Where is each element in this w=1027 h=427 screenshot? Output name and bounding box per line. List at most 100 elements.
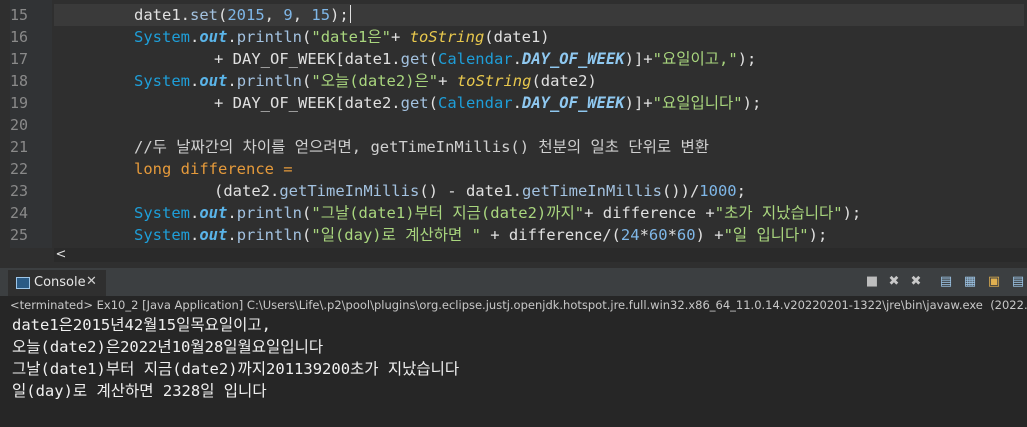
code-token: out: [199, 72, 228, 90]
console-output-line: 일(day)로 계산하면 2328일 입니다: [12, 382, 267, 400]
code-token: ,: [264, 6, 284, 24]
code-token: (: [302, 72, 312, 90]
code-token: DAY_OF_WEEK: [521, 94, 625, 112]
code-token: + difference/(: [480, 226, 621, 244]
code-token: out: [199, 28, 228, 46]
code-token: difference =: [171, 160, 293, 178]
code-line-21[interactable]: //두 날짜간의 차이를 얻으려면, getTimeInMillis() 천분의…: [54, 136, 1024, 158]
code-token: );: [330, 6, 349, 24]
line-number: 25: [10, 226, 29, 244]
line-number: 16: [10, 28, 29, 46]
code-token: println: [236, 28, 303, 46]
code-token: () - date1.: [419, 182, 522, 200]
scroll-lock-icon[interactable]: ▦: [962, 274, 978, 290]
console-output-line: date1은2015년42월15일목요일이고,: [12, 316, 271, 334]
terminate-icon[interactable]: ■: [864, 274, 880, 290]
code-token: "요일입니다": [652, 94, 743, 112]
code-token: )]+: [624, 94, 653, 112]
line-number: 22: [10, 160, 29, 178]
code-token: ;: [736, 182, 746, 200]
code-token: (: [218, 6, 228, 24]
remove-launch-icon[interactable]: ✖: [886, 274, 902, 290]
code-token: get: [400, 94, 429, 112]
code-token: )]+: [624, 50, 653, 68]
code-token: .: [190, 28, 200, 46]
code-token: println: [236, 226, 303, 244]
line-number: 17: [10, 50, 29, 68]
console-view: Console ✕ ■ ✖ ✖ ▤ ▦ ▣ ▤ <terminated> Ex1…: [0, 268, 1027, 427]
code-token: .: [227, 28, 237, 46]
code-token: 9: [283, 6, 293, 24]
code-token: (: [302, 28, 312, 46]
code-token: println: [236, 204, 303, 222]
code-token: DAY_OF_WEEK: [521, 50, 625, 68]
code-token: + DAY_OF_WEEK[date1.: [214, 50, 401, 68]
code-line-16[interactable]: System.out.println("date1은"+ toString(da…: [54, 26, 1024, 48]
code-token: );: [737, 50, 757, 68]
code-token: (: [302, 226, 312, 244]
code-token: .: [227, 204, 237, 222]
code-token: ())/: [661, 182, 700, 200]
code-token: "일(day)로 계산하면 ": [311, 226, 481, 244]
code-token: 24: [620, 226, 640, 244]
code-token: .: [190, 72, 200, 90]
code-token: Calendar: [437, 94, 513, 112]
code-token: 1000: [699, 182, 737, 200]
editor-horizontal-scrollbar[interactable]: <: [54, 248, 1027, 262]
code-token: set: [190, 6, 218, 24]
code-token: out: [199, 204, 228, 222]
code-token: (date2): [531, 72, 597, 90]
code-token: "오늘(date2)은": [311, 72, 439, 90]
code-token: "그날(date1)부터 지금(date2)까지": [311, 204, 585, 222]
code-token: .: [227, 72, 237, 90]
line-number: 18: [10, 72, 29, 90]
code-token: 15: [311, 6, 331, 24]
code-line-24[interactable]: System.out.println("그날(date1)부터 지금(date2…: [54, 202, 1024, 224]
code-token: date1.: [134, 6, 190, 24]
code-token: System: [134, 28, 190, 46]
code-line-22[interactable]: long difference =: [54, 158, 1024, 180]
code-token: (: [428, 50, 438, 68]
code-token: ,: [292, 6, 312, 24]
code-token: *: [639, 226, 649, 244]
gutter-corner: [0, 248, 54, 262]
code-token: getTimeInMillis: [521, 182, 662, 200]
close-icon[interactable]: ✕: [86, 274, 97, 289]
code-token: System: [134, 204, 190, 222]
scroll-left-arrow-icon[interactable]: <: [54, 248, 68, 262]
code-line-15[interactable]: date1.set(2015, 9, 15);: [54, 4, 1024, 26]
code-token: System: [134, 72, 190, 90]
tab-console[interactable]: Console ✕: [8, 270, 106, 296]
code-token: .: [512, 50, 522, 68]
code-token: "초가 지났습니다": [714, 204, 843, 222]
code-token: );: [742, 94, 762, 112]
display-console-icon[interactable]: ▤: [1010, 274, 1026, 290]
code-comment: //두 날짜간의 차이를 얻으려면, getTimeInMillis() 천분의…: [134, 138, 710, 156]
code-line-25[interactable]: System.out.println("일(day)로 계산하면 " + dif…: [54, 224, 1024, 246]
code-token: get: [400, 50, 429, 68]
code-token: .: [190, 226, 200, 244]
code-line-23[interactable]: (date2.getTimeInMillis() - date1.getTime…: [54, 180, 1024, 202]
code-token: .: [227, 226, 237, 244]
line-number: 19: [10, 94, 29, 112]
code-token: (date2.: [214, 182, 280, 200]
code-editor[interactable]: 15 16 17 18 19 20 21 22 23 24 25 date1.s…: [0, 0, 1027, 248]
line-number: 20: [10, 116, 29, 134]
code-token: 60: [648, 226, 668, 244]
code-token: + difference +: [584, 204, 715, 222]
code-line-18[interactable]: System.out.println("오늘(date2)은"+ toStrin…: [54, 70, 1024, 92]
clear-console-icon[interactable]: ▤: [938, 274, 954, 290]
code-token: 2015: [227, 6, 265, 24]
console-view-header: Console ✕ ■ ✖ ✖ ▤ ▦ ▣ ▤: [0, 268, 1027, 296]
code-line-19[interactable]: + DAY_OF_WEEK[date2.get(Calendar.DAY_OF_…: [54, 92, 1024, 114]
code-token: "date1은": [311, 28, 391, 46]
code-token: System: [134, 226, 190, 244]
code-token: (date1): [484, 28, 550, 46]
console-icon: [16, 277, 30, 289]
pin-console-icon[interactable]: ▣: [986, 274, 1002, 290]
remove-all-terminated-icon[interactable]: ✖: [908, 274, 924, 290]
code-line-17[interactable]: + DAY_OF_WEEK[date1.get(Calendar.DAY_OF_…: [54, 48, 1024, 70]
code-line-20[interactable]: [54, 114, 1024, 136]
code-token: "일 입니다": [723, 226, 809, 244]
code-token: .: [512, 94, 522, 112]
